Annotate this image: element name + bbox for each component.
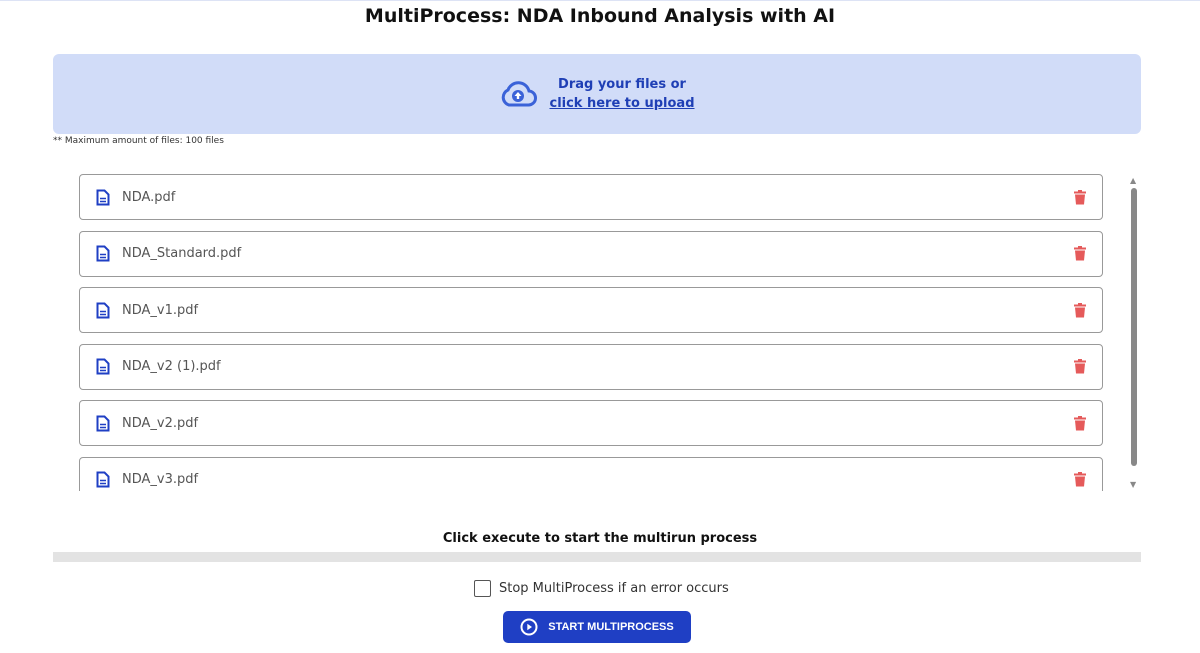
file-item: NDA_v2.pdf	[79, 400, 1103, 446]
file-name: NDA_v2.pdf	[122, 416, 198, 431]
checkbox-label: Stop MultiProcess if an error occurs	[499, 581, 729, 596]
upload-link[interactable]: click here to upload	[549, 96, 694, 111]
file-item: NDA_v3.pdf	[79, 457, 1103, 491]
start-multiprocess-button[interactable]: START MULTIPROCESS	[503, 611, 691, 643]
page-title: MultiProcess: NDA Inbound Analysis with …	[0, 5, 1200, 27]
trash-icon[interactable]	[1074, 246, 1086, 261]
file-item: NDA.pdf	[79, 174, 1103, 220]
checkbox-box[interactable]	[474, 580, 491, 597]
stop-on-error-checkbox[interactable]: Stop MultiProcess if an error occurs	[474, 580, 729, 597]
upload-prompt: Drag your files or	[549, 75, 694, 94]
file-name: NDA_v2 (1).pdf	[122, 359, 221, 374]
file-icon	[96, 245, 110, 262]
trash-icon[interactable]	[1074, 303, 1086, 318]
status-text: Click execute to start the multirun proc…	[0, 531, 1200, 546]
upload-dropzone[interactable]: Drag your files or click here to upload	[53, 54, 1141, 134]
file-name: NDA.pdf	[122, 190, 175, 205]
file-name: NDA_Standard.pdf	[122, 246, 241, 261]
max-files-note: ** Maximum amount of files: 100 files	[53, 136, 224, 146]
progress-bar	[53, 552, 1141, 562]
play-circle-icon	[520, 618, 538, 636]
file-icon	[96, 358, 110, 375]
scrollbar-thumb[interactable]	[1131, 188, 1137, 466]
scroll-down-arrow[interactable]: ▼	[1130, 480, 1136, 489]
scrollbar[interactable]: ▲ ▼	[1128, 176, 1140, 491]
trash-icon[interactable]	[1074, 472, 1086, 487]
file-list: NDA.pdf NDA_Standard.pdf NDA_v1.pdf NDA_v2 …	[79, 174, 1103, 491]
trash-icon[interactable]	[1074, 359, 1086, 374]
scroll-up-arrow[interactable]: ▲	[1130, 176, 1136, 185]
file-icon	[96, 302, 110, 319]
file-icon	[96, 415, 110, 432]
file-name: NDA_v3.pdf	[122, 472, 198, 487]
file-icon	[96, 189, 110, 206]
file-icon	[96, 471, 110, 488]
cloud-upload-icon	[499, 80, 537, 108]
trash-icon[interactable]	[1074, 190, 1086, 205]
start-button-label: START MULTIPROCESS	[548, 621, 673, 633]
file-name: NDA_v1.pdf	[122, 303, 198, 318]
file-item: NDA_v1.pdf	[79, 287, 1103, 333]
trash-icon[interactable]	[1074, 416, 1086, 431]
file-item: NDA_Standard.pdf	[79, 231, 1103, 277]
file-item: NDA_v2 (1).pdf	[79, 344, 1103, 390]
